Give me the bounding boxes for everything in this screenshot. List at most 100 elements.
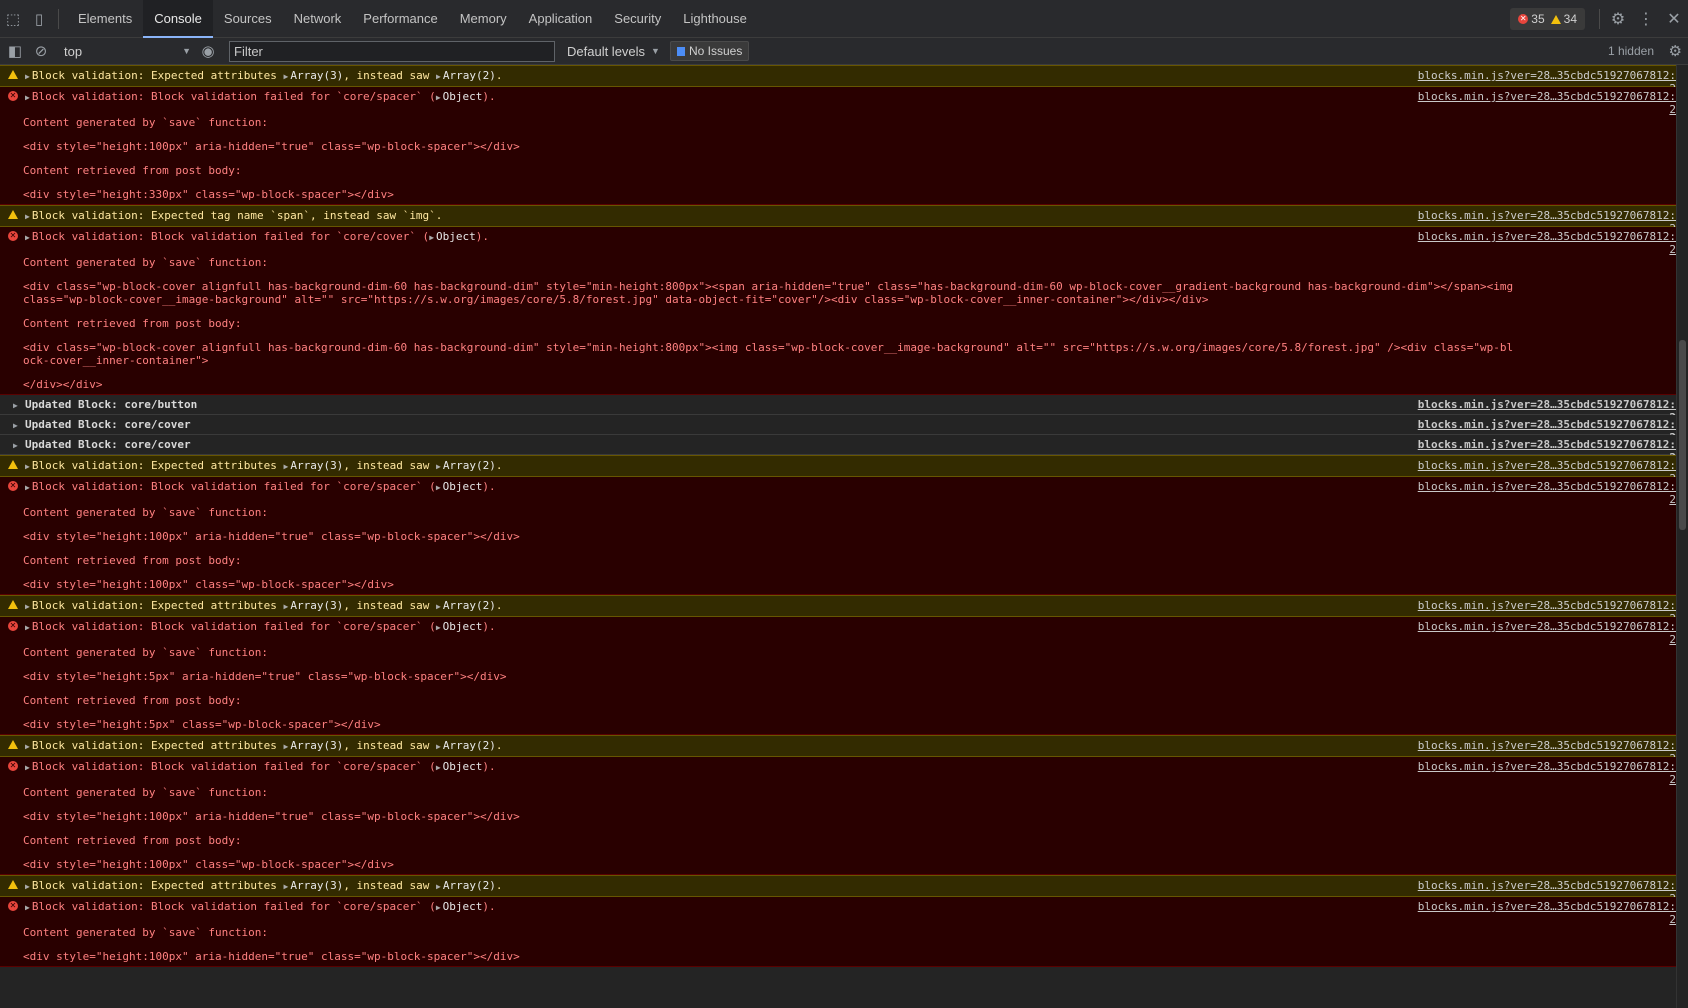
tab-console[interactable]: Console [143,0,213,38]
expand-triangle-icon[interactable]: ▶ [436,882,441,891]
tab-memory[interactable]: Memory [449,0,518,38]
expand-triangle-icon[interactable]: ▶ [436,93,441,102]
console-message-warn[interactable]: ▶ Block validation: Expected attributes ▶… [0,595,1676,625]
object-preview[interactable]: Array(3) [290,599,343,612]
issues-button[interactable]: No Issues [669,41,750,61]
expand-triangle-icon[interactable]: ▶ [25,483,30,492]
console-message-info[interactable]: ▶ Updated Block: core/cover blocks.min.js?… [0,435,1676,464]
console-message-info[interactable]: ▶ Updated Block: core/button blocks.min.js… [0,395,1676,424]
source-link[interactable]: blocks.min.js?ver=28…35cbdc51927067812:2 [1416,480,1676,506]
console-message-error[interactable]: ✕ ▶ Block validation: Block validation fai… [0,227,1676,395]
object-preview[interactable]: Object [443,480,483,493]
console-message-error[interactable]: ✕ ▶ Block validation: Block validation fai… [0,757,1676,875]
expand-triangle-icon[interactable]: ▶ [25,882,30,891]
message-text-part: Updated Block: core/cover [25,438,191,451]
object-preview[interactable]: Array(2) [443,599,496,612]
console-message-warn[interactable]: ▶ Block validation: Expected attributes ▶… [0,735,1676,765]
expand-triangle-icon[interactable]: ▶ [284,882,289,891]
console-message-warn[interactable]: ▶ Block validation: Expected attributes ▶… [0,875,1676,905]
close-icon[interactable]: ✕ [1660,6,1688,32]
object-preview[interactable]: Array(2) [443,739,496,752]
expand-triangle-icon[interactable]: ▶ [25,602,30,611]
object-preview[interactable]: Object [436,230,476,243]
expand-triangle-icon[interactable]: ▶ [25,72,30,81]
object-preview[interactable]: Object [443,620,483,633]
object-preview[interactable]: Array(2) [443,879,496,892]
device-toolbar-icon[interactable]: ▯ [26,6,52,32]
more-options-icon[interactable]: ⋮ [1632,6,1660,32]
tab-lighthouse[interactable]: Lighthouse [672,0,758,38]
log-levels-dropdown[interactable]: Default levels ▼ [563,44,664,59]
expand-triangle-icon[interactable]: ▶ [13,439,18,452]
tab-elements[interactable]: Elements [67,0,143,38]
console-settings-gear-icon[interactable]: ⚙ [1669,42,1682,60]
expand-triangle-icon[interactable]: ▶ [13,399,18,412]
expand-triangle-icon[interactable]: ▶ [436,623,441,632]
expand-triangle-icon[interactable]: ▶ [25,623,30,632]
console-message-error[interactable]: ✕ ▶ Block validation: Block validation fai… [0,477,1676,595]
expand-triangle-icon[interactable]: ▶ [25,233,30,242]
expand-triangle-icon[interactable]: ▶ [436,903,441,912]
context-selector[interactable]: top ▼ [60,41,195,61]
console-message-warn[interactable]: ▶ Block validation: Expected attributes ▶… [0,65,1676,95]
expand-triangle-icon[interactable]: ▶ [429,233,434,242]
object-preview[interactable]: Array(3) [290,739,343,752]
message-details: Content generated by `save` function: <di… [23,256,1516,391]
object-preview[interactable]: Object [443,760,483,773]
object-preview[interactable]: Array(3) [290,69,343,82]
expand-triangle-icon[interactable]: ▶ [284,72,289,81]
source-link[interactable]: blocks.min.js?ver=28…35cbdc51927067812:2 [1416,760,1676,786]
expand-triangle-icon[interactable]: ▶ [25,763,30,772]
inspect-element-icon[interactable]: ⬚ [0,6,26,32]
expand-triangle-icon[interactable]: ▶ [25,93,30,102]
tab-network[interactable]: Network [283,0,353,38]
issue-counts-button[interactable]: ✕ 35 34 [1510,8,1585,30]
source-link[interactable]: blocks.min.js?ver=28…35cbdc51927067812:2 [1416,90,1676,116]
filter-input[interactable] [229,40,555,62]
tab-security[interactable]: Security [603,0,672,38]
object-preview[interactable]: Object [443,900,483,913]
object-preview[interactable]: Array(2) [443,459,496,472]
message-text-part: ). [482,620,496,633]
console-scrollbar[interactable] [1676,65,1688,1008]
expand-triangle-icon[interactable]: ▶ [284,462,289,471]
settings-gear-icon[interactable]: ⚙ [1604,6,1632,32]
expand-triangle-icon[interactable]: ▶ [284,602,289,611]
expand-triangle-icon[interactable]: ▶ [25,462,30,471]
issues-flag-icon [676,46,685,56]
expand-triangle-icon[interactable]: ▶ [284,742,289,751]
expand-triangle-icon[interactable]: ▶ [13,419,18,432]
source-link[interactable]: blocks.min.js?ver=28…35cbdc51927067812:2 [1416,620,1676,646]
console-message-info[interactable]: ▶ Updated Block: core/cover blocks.min.js?… [0,415,1676,444]
message-text-part: Block validation: Block validation faile… [31,620,436,633]
expand-triangle-icon[interactable]: ▶ [436,72,441,81]
object-preview[interactable]: Object [443,90,483,103]
console-message-error[interactable]: ✕ ▶ Block validation: Block validation fai… [0,87,1676,205]
clear-console-icon[interactable]: ⊘ [28,38,54,64]
detail-line: Content generated by `save` function: [23,646,269,659]
live-expression-eye-icon[interactable]: ◉ [195,38,221,64]
console-message-warn[interactable]: ▶ Block validation: Expected tag name `sp… [0,205,1676,235]
expand-triangle-icon[interactable]: ▶ [436,742,441,751]
tab-application[interactable]: Application [518,0,604,38]
tab-performance[interactable]: Performance [352,0,448,38]
console-message-error[interactable]: ✕ ▶ Block validation: Block validation fai… [0,897,1676,967]
object-preview[interactable]: Array(3) [290,879,343,892]
source-link[interactable]: blocks.min.js?ver=28…35cbdc51927067812:2 [1416,230,1676,256]
expand-triangle-icon[interactable]: ▶ [436,763,441,772]
sidebar-toggle-icon[interactable]: ◧ [2,38,28,64]
expand-triangle-icon[interactable]: ▶ [436,602,441,611]
scrollbar-thumb[interactable] [1679,340,1686,530]
expand-triangle-icon[interactable]: ▶ [25,903,30,912]
expand-triangle-icon[interactable]: ▶ [436,462,441,471]
message-details: Content generated by `save` function: <di… [23,506,1516,591]
expand-triangle-icon[interactable]: ▶ [25,212,30,221]
console-message-error[interactable]: ✕ ▶ Block validation: Block validation fai… [0,617,1676,735]
object-preview[interactable]: Array(2) [443,69,496,82]
source-link[interactable]: blocks.min.js?ver=28…35cbdc51927067812:2 [1416,900,1676,926]
tab-sources[interactable]: Sources [213,0,283,38]
expand-triangle-icon[interactable]: ▶ [25,742,30,751]
console-message-warn[interactable]: ▶ Block validation: Expected attributes ▶… [0,455,1676,485]
object-preview[interactable]: Array(3) [290,459,343,472]
expand-triangle-icon[interactable]: ▶ [436,483,441,492]
